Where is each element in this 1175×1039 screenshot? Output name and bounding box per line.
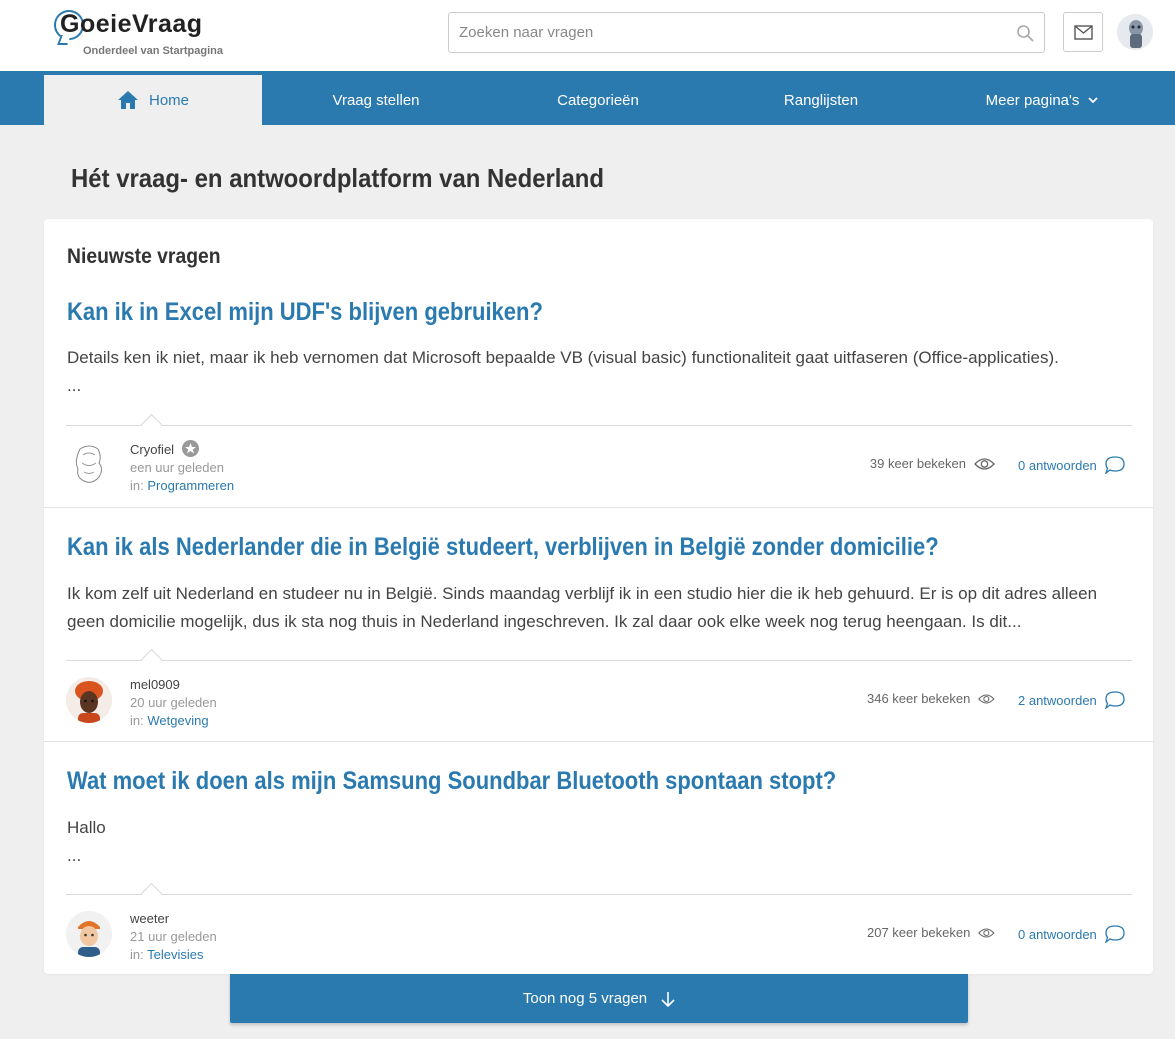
avatar[interactable] xyxy=(66,677,112,723)
timestamp: 20 uur geleden xyxy=(130,695,217,710)
view-count: 207 keer bekeken xyxy=(867,925,995,940)
question-title[interactable]: Kan ik als Nederlander die in België stu… xyxy=(67,533,939,562)
main-nav: Home Vraag stellen Categorieën Ranglijst… xyxy=(0,71,1175,125)
question-item: Kan ik in Excel mijn UDF's blijven gebru… xyxy=(44,219,1153,507)
questions-card: Nieuwste vragen Kan ik in Excel mijn UDF… xyxy=(44,219,1153,974)
question-title[interactable]: Wat moet ik doen als mijn Samsung Soundb… xyxy=(67,767,836,796)
question-excerpt-text: Hallo xyxy=(67,818,106,837)
speech-bubble-icon xyxy=(1104,925,1125,943)
search-box xyxy=(448,12,1045,53)
logo-subtitle: Onderdeel van Startpagina xyxy=(83,45,223,57)
speech-bubble-icon xyxy=(1104,691,1125,709)
nav-categories[interactable]: Categorieën xyxy=(489,75,707,125)
question-title[interactable]: Kan ik in Excel mijn UDF's blijven gebru… xyxy=(67,298,543,327)
load-more-button[interactable]: Toon nog 5 vragen xyxy=(230,974,968,1023)
nav-categories-label: Categorieën xyxy=(557,91,639,109)
category-link[interactable]: Wetgeving xyxy=(147,713,208,728)
username[interactable]: mel0909 xyxy=(130,676,217,694)
search-icon[interactable] xyxy=(1016,24,1034,42)
answers-count: 0 antwoorden xyxy=(1018,926,1097,942)
view-count-text: 346 keer bekeken xyxy=(867,691,971,706)
avatar[interactable] xyxy=(66,911,112,957)
logo[interactable]: GoeieVraag Onderdeel van Startpagina xyxy=(54,8,234,60)
answers-count: 0 antwoorden xyxy=(1018,457,1097,473)
answers-link[interactable]: 0 antwoorden xyxy=(1018,925,1125,943)
divider xyxy=(66,894,1132,895)
avatar[interactable] xyxy=(66,441,112,487)
star-badge-icon xyxy=(181,440,199,457)
username[interactable]: weeter xyxy=(130,910,217,928)
nav-more-pages-label: Meer pagina's xyxy=(985,91,1080,109)
eye-icon xyxy=(978,928,995,937)
mail-icon xyxy=(1074,25,1093,40)
search-input[interactable] xyxy=(449,13,1004,52)
view-count-text: 207 keer bekeken xyxy=(867,925,971,940)
question-excerpt-more: ... xyxy=(67,845,82,865)
question-meta: Cryofiel een uur geleden in: Programmere… xyxy=(130,440,234,495)
view-count: 39 keer bekeken xyxy=(867,456,995,471)
answers-count: 2 antwoorden xyxy=(1018,692,1097,708)
divider xyxy=(66,425,1132,426)
question-item: Kan ik als Nederlander die in België stu… xyxy=(44,507,1153,741)
user-avatar[interactable] xyxy=(1117,14,1153,50)
home-icon xyxy=(117,91,138,109)
view-count-text: 39 keer bekeken xyxy=(869,456,966,471)
answers-link[interactable]: 0 antwoorden xyxy=(1018,456,1125,474)
divider xyxy=(66,660,1132,661)
question-excerpt: Hallo ... xyxy=(67,814,1131,869)
category-prefix: in: xyxy=(130,478,144,493)
speech-bubble-icon xyxy=(1104,456,1125,474)
question-meta: weeter 21 uur geleden in: Televisies xyxy=(130,910,217,964)
nav-ask-question[interactable]: Vraag stellen xyxy=(267,75,485,125)
nav-ask-question-label: Vraag stellen xyxy=(332,91,420,109)
chevron-down-icon xyxy=(1088,96,1099,103)
nav-rankings-label: Ranglijsten xyxy=(783,91,859,109)
question-item: Wat moet ik doen als mijn Samsung Soundb… xyxy=(44,741,1153,974)
eye-icon xyxy=(974,457,995,470)
timestamp: een uur geleden xyxy=(130,460,224,475)
timestamp: 21 uur geleden xyxy=(130,929,217,944)
category-link[interactable]: Televisies xyxy=(147,947,203,962)
load-more-label: Toon nog 5 vragen xyxy=(522,990,648,1007)
nav-rankings[interactable]: Ranglijsten xyxy=(712,75,930,125)
eye-icon xyxy=(978,694,995,703)
nav-more-pages[interactable]: Meer pagina's xyxy=(933,75,1151,125)
arrow-down-icon xyxy=(661,991,675,1007)
category-prefix: in: xyxy=(130,947,144,962)
answers-link[interactable]: 2 antwoorden xyxy=(1018,691,1125,709)
nav-home-label: Home xyxy=(148,91,189,109)
category-link[interactable]: Programmeren xyxy=(147,478,234,493)
username[interactable]: Cryofiel xyxy=(130,442,174,457)
logo-text: GoeieVraag xyxy=(60,10,203,38)
messages-button[interactable] xyxy=(1063,12,1103,52)
question-excerpt-text: Ik kom zelf uit Nederland en studeer nu … xyxy=(67,584,1098,631)
page-title: Hét vraag- en antwoordplatform van Neder… xyxy=(71,163,604,193)
question-meta: mel0909 20 uur geleden in: Wetgeving xyxy=(130,676,217,730)
question-excerpt: Details ken ik niet, maar ik heb vernome… xyxy=(67,344,1131,399)
question-excerpt-more: ... xyxy=(67,375,82,395)
top-header: GoeieVraag Onderdeel van Startpagina xyxy=(0,0,1175,71)
question-excerpt-text: Details ken ik niet, maar ik heb vernome… xyxy=(67,348,1059,367)
category-prefix: in: xyxy=(130,713,144,728)
nav-home[interactable]: Home xyxy=(44,75,262,125)
view-count: 346 keer bekeken xyxy=(867,691,995,706)
question-excerpt: Ik kom zelf uit Nederland en studeer nu … xyxy=(67,580,1131,635)
